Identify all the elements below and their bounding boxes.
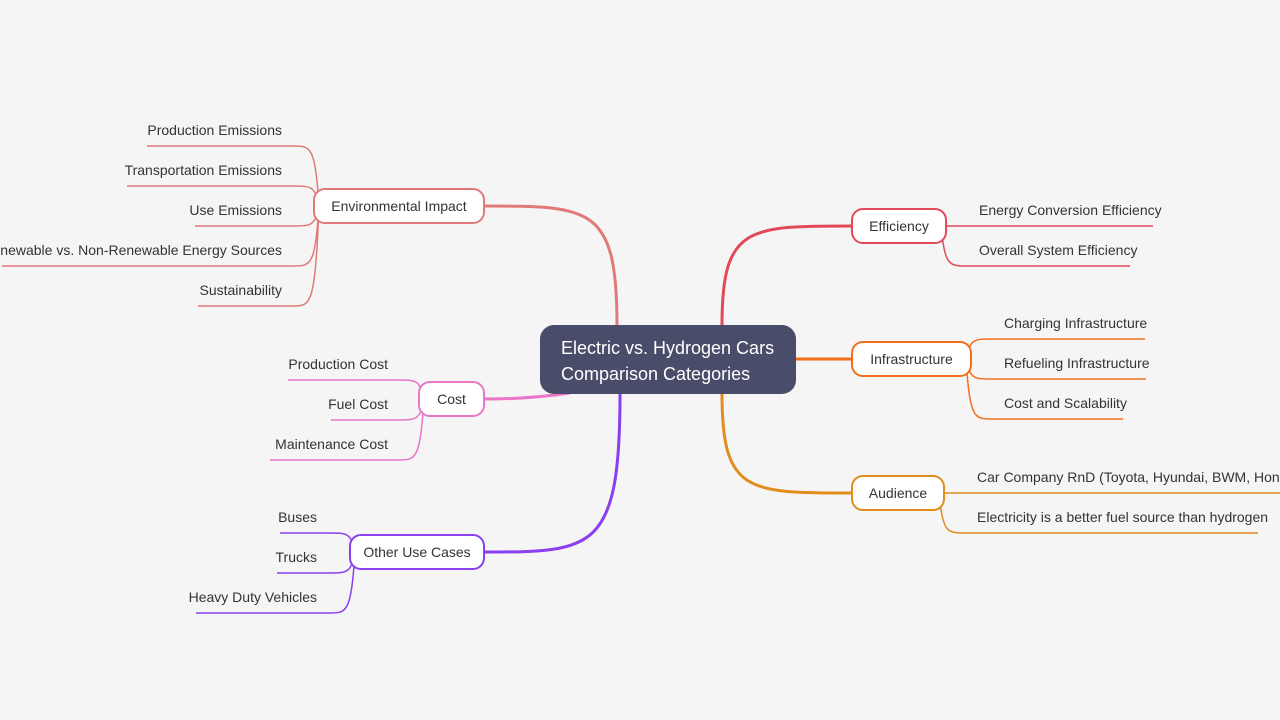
leaf-topic[interactable]: Energy Conversion Efficiency [979, 201, 1162, 219]
branch-environmental-impact[interactable]: Environmental Impact [313, 188, 485, 224]
leaf-topic[interactable]: Sustainability [200, 281, 283, 299]
leaf-topic[interactable]: Production Cost [288, 355, 388, 373]
branch-efficiency[interactable]: Efficiency [851, 208, 947, 244]
leaf-topic[interactable]: Electricity is a better fuel source than… [977, 508, 1268, 526]
branch-label: Cost [437, 391, 466, 407]
root-topic[interactable]: Electric vs. Hydrogen Cars Comparison Ca… [540, 325, 796, 394]
leaf-topic[interactable]: Cost and Scalability [1004, 394, 1127, 412]
leaf-topic[interactable]: Heavy Duty Vehicles [189, 588, 317, 606]
leaf-topic[interactable]: Refueling Infrastructure [1004, 354, 1150, 372]
root-title-line-1: Electric vs. Hydrogen Cars [561, 338, 775, 358]
connector-audience [720, 393, 852, 495]
leaf-topic[interactable]: Buses [278, 508, 317, 526]
branch-infrastructure[interactable]: Infrastructure [851, 341, 972, 377]
leaf-topic[interactable]: Maintenance Cost [275, 435, 388, 453]
leaf-topic[interactable]: Trucks [276, 548, 317, 566]
branch-label: Environmental Impact [331, 198, 467, 214]
leaf-topic[interactable]: Charging Infrastructure [1004, 314, 1147, 332]
connector-other-use-cases [484, 393, 622, 554]
leaf-topic[interactable]: Car Company RnD (Toyota, Hyundai, BWM, H… [977, 468, 1280, 486]
connector-environmental-impact [484, 204, 619, 326]
branch-other-use-cases[interactable]: Other Use Cases [349, 534, 485, 570]
root-title-line-2: Comparison Categories [561, 364, 751, 384]
leaf-topic[interactable]: Renewable vs. Non-Renewable Energy Sourc… [0, 241, 282, 259]
branch-label: Infrastructure [870, 351, 953, 367]
leaf-topic[interactable]: Overall System Efficiency [979, 241, 1137, 259]
branch-cost[interactable]: Cost [418, 381, 485, 417]
leaf-topic[interactable]: Transportation Emissions [125, 161, 282, 179]
leaf-topic[interactable]: Fuel Cost [328, 395, 388, 413]
branch-label: Other Use Cases [363, 544, 471, 560]
branch-label: Efficiency [869, 218, 929, 234]
leaf-topic[interactable]: Use Emissions [189, 201, 282, 219]
connector-efficiency [720, 224, 852, 326]
leaf-topic[interactable]: Production Emissions [147, 121, 282, 139]
branch-audience[interactable]: Audience [851, 475, 945, 511]
branch-label: Audience [868, 485, 928, 501]
